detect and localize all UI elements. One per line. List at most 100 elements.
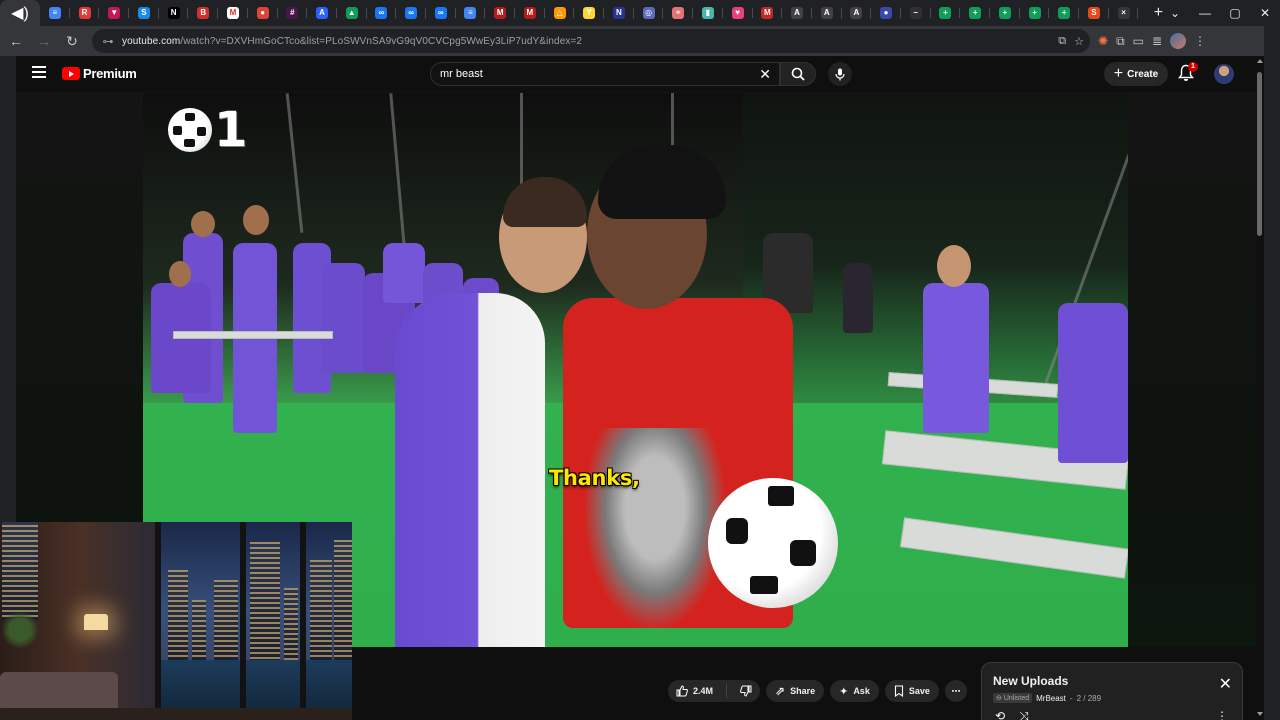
playlist-panel: New Uploads ⊖ Unlisted MrBeast - 2 / 289… (981, 662, 1243, 720)
address-bar[interactable]: ⊶ youtube.com/watch?v=DXVHmGoCTco&list=P… (92, 29, 1090, 53)
window-frame (155, 522, 161, 720)
extensions-puzzle-icon[interactable]: ⧉ (1116, 34, 1125, 49)
youtube-header: Premium ✕ + Create 1 (16, 56, 1256, 92)
notifications-button[interactable]: 1 (1178, 62, 1198, 84)
close-window-button[interactable]: ✕ (1250, 0, 1280, 26)
search-input[interactable] (440, 68, 740, 80)
url-text[interactable]: youtube.com/watch?v=DXVHmGoCTco&list=PLo… (122, 36, 582, 47)
pip-overlay-window[interactable] (0, 522, 352, 720)
save-button[interactable]: Save (884, 680, 939, 702)
install-app-icon[interactable]: ⧉ (1058, 35, 1066, 48)
browser-tab[interactable]: M (515, 0, 545, 26)
minimize-button[interactable]: — (1190, 0, 1220, 26)
browser-tab[interactable]: △ (545, 0, 575, 26)
share-button[interactable]: ⇗ Share (766, 680, 825, 702)
browser-tab[interactable]: ∞ (426, 0, 456, 26)
triangle-icon: △ (553, 7, 566, 19)
menu-kebab-icon[interactable]: ⋮ (1194, 34, 1206, 48)
clear-search-icon[interactable]: ✕ (759, 66, 771, 83)
extension-icon[interactable]: ✺ (1098, 34, 1108, 48)
browser-tab[interactable]: N (159, 0, 189, 26)
browser-tab[interactable]: A (782, 0, 812, 26)
create-button[interactable]: + Create (1104, 62, 1168, 86)
browser-tab[interactable]: + (1020, 0, 1050, 26)
playlist-more-icon[interactable]: ⋮ (1216, 709, 1228, 720)
browser-tab[interactable]: ● (248, 0, 278, 26)
browser-tab[interactable]: ▮ (693, 0, 723, 26)
meta-icon: ∞ (434, 7, 447, 19)
browser-tab[interactable]: # (278, 0, 308, 26)
skyscraper (2, 522, 38, 620)
browser-tab[interactable]: Y (574, 0, 604, 26)
browser-tab[interactable]: ▲ (337, 0, 367, 26)
sheets-icon: + (998, 7, 1011, 19)
browser-tab[interactable]: S (1079, 0, 1109, 26)
sofa (0, 672, 118, 712)
site-info-icon[interactable]: ⊶ (98, 35, 118, 48)
reload-button[interactable]: ↻ (60, 29, 84, 53)
omnibox-actions: ⧉ ☆ (1058, 29, 1084, 53)
plant (2, 610, 38, 650)
browser-tab[interactable]: + (990, 0, 1020, 26)
player-head (191, 211, 215, 237)
forward-button[interactable]: → (32, 29, 56, 53)
browser-tab[interactable]: – (901, 0, 931, 26)
video-caption: Thanks, (549, 466, 640, 490)
browser-tab[interactable]: ∞ (396, 0, 426, 26)
browser-tab[interactable]: ≡ (40, 0, 70, 26)
profile-avatar[interactable] (1170, 33, 1187, 49)
reading-list-icon[interactable]: ≣ (1152, 34, 1162, 48)
ask-button[interactable]: ✦ Ask (830, 680, 879, 702)
bookmark-star-icon[interactable]: ☆ (1074, 35, 1084, 48)
scrollbar-thumb[interactable] (1257, 72, 1262, 236)
close-playlist-icon[interactable]: ✕ (1219, 677, 1232, 693)
browser-tab[interactable]: ♥ (723, 0, 753, 26)
more-actions-button[interactable]: ⋯ (944, 680, 967, 702)
back-button[interactable]: ← (4, 29, 28, 53)
search-button[interactable] (780, 62, 816, 86)
browser-tab[interactable]: + (1049, 0, 1079, 26)
lamp (84, 614, 108, 630)
browser-tab[interactable]: ◎ (634, 0, 664, 26)
playlist-title[interactable]: New Uploads (993, 674, 1068, 688)
browser-tab[interactable]: M (485, 0, 515, 26)
docs-icon: ≡ (48, 7, 61, 19)
shuffle-icon[interactable]: ⤨ (1019, 709, 1029, 720)
browser-tab[interactable]: N (604, 0, 634, 26)
browser-tab[interactable]: ◀) (0, 0, 40, 26)
browser-tab[interactable]: S (129, 0, 159, 26)
voice-search-button[interactable] (828, 62, 852, 86)
browser-tab[interactable]: ∞ (367, 0, 397, 26)
browser-tab[interactable]: R (70, 0, 100, 26)
browser-tab[interactable]: ≡ (456, 0, 486, 26)
browser-tab[interactable]: × (1109, 0, 1139, 26)
sheets-icon: + (939, 7, 952, 19)
loop-icon[interactable]: ⟲ (995, 709, 1005, 720)
browser-tab[interactable]: ⚭ (663, 0, 693, 26)
browser-tab[interactable]: A (812, 0, 842, 26)
link-icon: ⚭ (672, 7, 685, 19)
browser-tab[interactable]: ▼ (99, 0, 129, 26)
dislike-button[interactable] (732, 680, 760, 702)
browser-tab[interactable]: + (931, 0, 961, 26)
browser-tab[interactable]: + (960, 0, 990, 26)
browser-tab[interactable]: M (218, 0, 248, 26)
maximize-button[interactable]: ▢ (1220, 0, 1250, 26)
bench (173, 331, 333, 339)
hamburger-menu-icon[interactable] (32, 66, 46, 78)
scroll-down-arrow[interactable] (1257, 712, 1263, 716)
playlist-controls: ⟲ ⤨ (995, 709, 1029, 720)
playlist-owner[interactable]: MrBeast (1036, 694, 1066, 703)
browser-tab[interactable]: A (307, 0, 337, 26)
scroll-up-arrow[interactable] (1257, 59, 1263, 63)
browser-tab[interactable]: A (842, 0, 872, 26)
browser-tab[interactable]: M (753, 0, 783, 26)
account-avatar[interactable] (1214, 64, 1234, 84)
chevron-down-icon[interactable]: ⌄ (1160, 0, 1190, 26)
like-button[interactable]: 2.4M (668, 680, 721, 702)
browser-tab[interactable]: B (188, 0, 218, 26)
youtube-logo[interactable]: Premium (62, 66, 137, 81)
split-view-icon[interactable]: ▭ (1133, 34, 1144, 48)
notification-badge: 1 (1188, 62, 1198, 72)
browser-tab[interactable]: ● (871, 0, 901, 26)
